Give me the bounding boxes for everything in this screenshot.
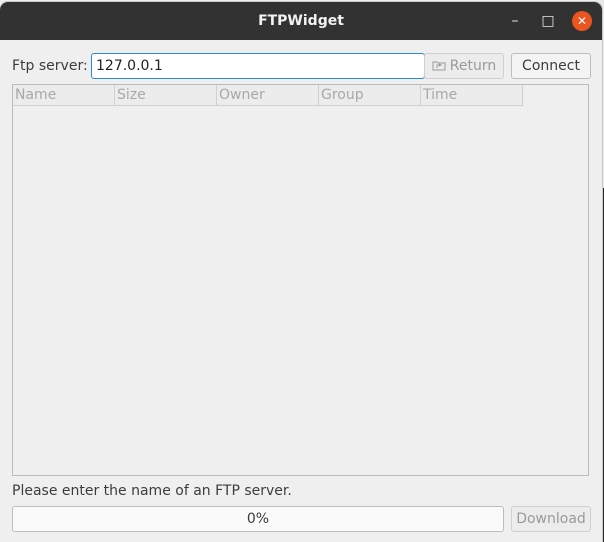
column-header-time[interactable]: Time <box>421 85 523 106</box>
minimize-button[interactable]: – <box>505 11 525 31</box>
file-list[interactable]: Name Size Owner Group Time <box>12 84 589 476</box>
ftp-window: FTPWidget – □ ✕ Ftp server: Return Conne… <box>0 2 602 542</box>
column-header-owner[interactable]: Owner <box>217 85 319 106</box>
column-header-group[interactable]: Group <box>319 85 421 106</box>
titlebar[interactable]: FTPWidget – □ ✕ <box>0 2 602 40</box>
column-header-size[interactable]: Size <box>115 85 217 106</box>
ftp-server-label: Ftp server: <box>12 58 88 74</box>
file-list-header: Name Size Owner Group Time <box>13 85 523 106</box>
progress-bar: 0% <box>12 506 504 532</box>
download-button[interactable]: Download <box>511 506 591 532</box>
column-header-name[interactable]: Name <box>13 85 115 106</box>
status-label: Please enter the name of an FTP server. <box>12 483 292 499</box>
return-button[interactable]: Return <box>424 53 504 79</box>
connect-button[interactable]: Connect <box>511 53 591 79</box>
folder-up-icon <box>432 61 446 71</box>
ftp-server-input[interactable] <box>91 53 425 79</box>
maximize-button[interactable]: □ <box>538 11 558 31</box>
close-button[interactable]: ✕ <box>572 11 592 31</box>
return-label: Return <box>449 58 497 74</box>
